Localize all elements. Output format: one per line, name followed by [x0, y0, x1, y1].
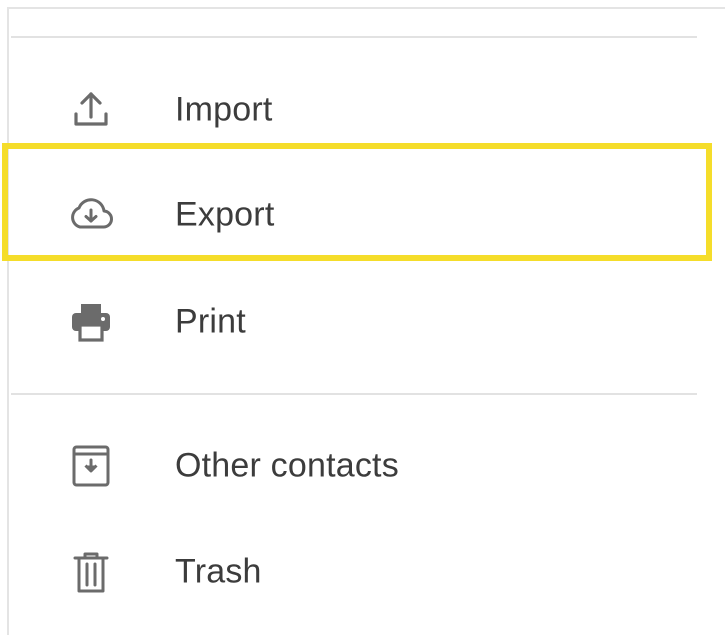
menu-divider — [11, 393, 697, 395]
contacts-menu-panel: Import Export Print Other contacts Trash — [7, 7, 725, 635]
menu-item-import[interactable]: Import — [9, 57, 719, 163]
archive-download-icon — [65, 440, 117, 492]
menu-item-label: Import — [175, 90, 273, 129]
trash-icon — [65, 546, 117, 598]
printer-icon — [65, 296, 117, 348]
menu-item-print[interactable]: Print — [9, 269, 719, 375]
menu-item-label: Trash — [175, 552, 262, 591]
menu-item-export[interactable]: Export — [9, 159, 719, 271]
menu-item-label: Export — [175, 195, 275, 234]
menu-item-other-contacts[interactable]: Other contacts — [9, 413, 719, 519]
menu-item-label: Print — [175, 302, 246, 341]
cloud-download-icon — [65, 189, 117, 241]
menu-item-label: Other contacts — [175, 446, 399, 485]
menu-divider — [11, 36, 697, 38]
menu-item-trash[interactable]: Trash — [9, 519, 719, 625]
upload-icon — [65, 84, 117, 136]
